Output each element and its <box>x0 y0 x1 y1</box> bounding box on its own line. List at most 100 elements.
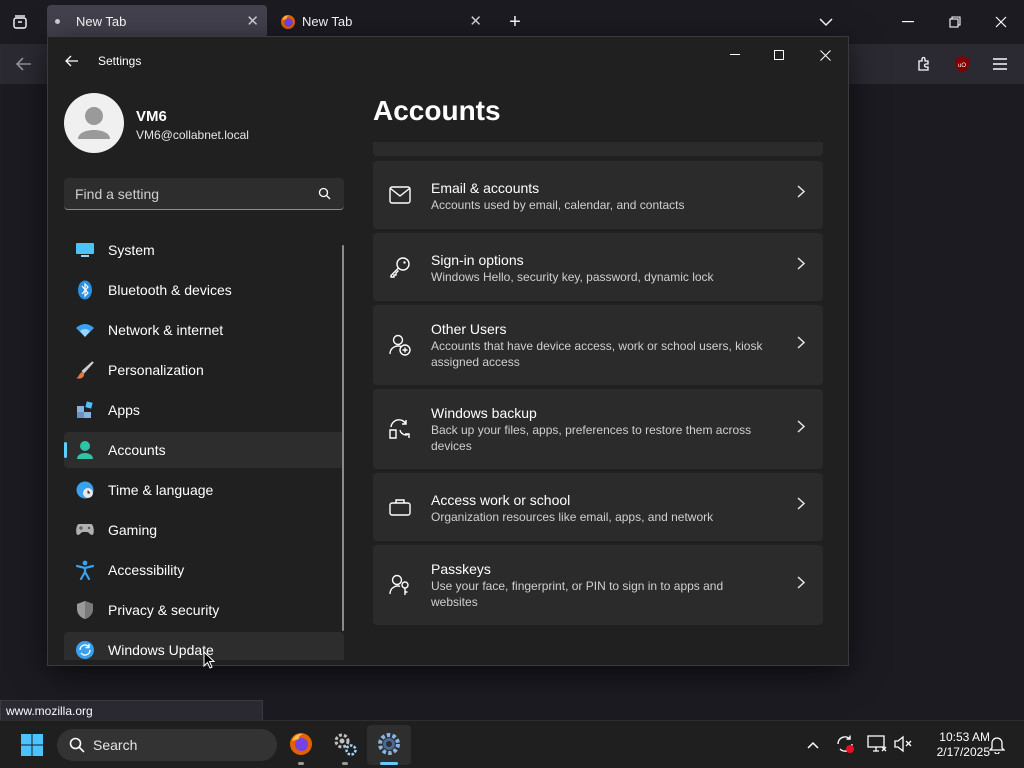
nav-item-apps[interactable]: Apps <box>64 392 344 428</box>
apps-icon <box>74 399 96 421</box>
nav-item-personalization[interactable]: Personalization <box>64 352 344 388</box>
chevron-right-icon <box>797 257 806 275</box>
card-access-work-school[interactable]: Access work or school Organization resou… <box>373 473 823 541</box>
firefox-icon <box>280 14 296 30</box>
notification-bell-icon[interactable] <box>986 734 1008 756</box>
globe-clock-icon <box>74 479 96 501</box>
card-windows-backup[interactable]: Windows backup Back up your files, apps,… <box>373 389 823 469</box>
card-title: Windows backup <box>431 405 537 421</box>
nav-item-bluetooth[interactable]: Bluetooth & devices <box>64 272 344 308</box>
sync-alert-icon[interactable] <box>834 733 856 755</box>
nav-item-network[interactable]: Network & internet <box>64 312 344 348</box>
browser-tab-2[interactable]: New Tab ✕ <box>272 5 490 38</box>
nav-label: Bluetooth & devices <box>108 282 232 298</box>
chevron-right-icon <box>797 185 806 203</box>
card-desc: Accounts that have device access, work o… <box>431 339 763 369</box>
window-title: Settings <box>98 54 142 68</box>
clock-date: 2/17/2025 <box>936 745 990 759</box>
settings-taskbar-button[interactable] <box>367 725 411 765</box>
back-arrow-icon[interactable] <box>12 52 36 76</box>
find-setting-input[interactable]: Find a setting <box>64 178 344 210</box>
card-desc: Accounts used by email, calendar, and co… <box>431 198 685 212</box>
search-icon[interactable] <box>318 187 331 205</box>
firefox-running-indicator <box>298 762 304 765</box>
network-monitor-icon[interactable] <box>866 733 888 755</box>
restore-icon[interactable] <box>943 10 967 34</box>
firefox-taskbar-icon[interactable] <box>286 729 316 759</box>
settings-minimize-icon[interactable] <box>723 43 747 67</box>
nav-label: Accounts <box>108 442 166 458</box>
close-tab-icon[interactable]: ✕ <box>246 12 259 30</box>
monitor-icon <box>74 239 96 261</box>
extensions-icon[interactable] <box>912 52 936 76</box>
hamburger-menu-icon[interactable] <box>988 52 1012 76</box>
volume-muted-icon[interactable] <box>892 733 914 755</box>
nav-item-accounts[interactable]: Accounts <box>64 432 344 468</box>
settings-gear-icon <box>376 731 402 762</box>
minimize-icon[interactable] <box>896 10 920 34</box>
card-desc: Use your face, fingerprint, or PIN to si… <box>431 579 724 609</box>
chevron-right-icon <box>797 336 806 354</box>
close-tab-icon[interactable]: ✕ <box>469 12 482 30</box>
browser-tab-1[interactable]: New Tab ✕ <box>47 5 267 38</box>
gamepad-icon <box>74 519 96 541</box>
mouse-cursor-icon <box>203 650 216 674</box>
nav-scrollbar[interactable] <box>342 245 344 631</box>
list-tabs-chevron-icon[interactable] <box>814 10 838 34</box>
nav-item-gaming[interactable]: Gaming <box>64 512 344 548</box>
start-windows-icon[interactable] <box>18 731 46 759</box>
tab-title: New Tab <box>302 14 353 29</box>
svg-text:uO: uO <box>958 63 966 69</box>
nav-item-accessibility[interactable]: Accessibility <box>64 552 344 588</box>
card-title: Passkeys <box>431 561 491 577</box>
nav-label: Apps <box>108 402 140 418</box>
card-desc: Windows Hello, security key, password, d… <box>431 270 714 284</box>
passkey-icon <box>387 572 413 598</box>
card-other-users[interactable]: Other Users Accounts that have device ac… <box>373 305 823 385</box>
card-title: Access work or school <box>431 492 571 508</box>
settings-nav: System Bluetooth & devices Network & int… <box>48 232 348 660</box>
backup-icon <box>387 416 413 442</box>
tab-title: New Tab <box>76 14 127 29</box>
control-panel-taskbar-icon[interactable] <box>330 729 360 759</box>
close-window-icon[interactable] <box>989 10 1013 34</box>
clock[interactable]: 10:53 AM 2/17/2025 <box>920 730 990 760</box>
wifi-icon <box>74 319 96 341</box>
settings-window: Settings VM6 VM6@collabnet.local Find a … <box>47 36 849 666</box>
control-panel-running-indicator <box>342 762 348 765</box>
nav-label: Time & language <box>108 482 214 498</box>
nav-item-system[interactable]: System <box>64 232 344 268</box>
nav-label: Windows Update <box>108 642 214 658</box>
person-icon <box>74 439 96 461</box>
tab-list-icon[interactable] <box>8 10 32 34</box>
taskbar-search-box[interactable]: Search <box>57 729 277 761</box>
shield-icon <box>74 599 96 621</box>
avatar[interactable] <box>64 93 124 153</box>
settings-back-icon[interactable] <box>62 51 82 71</box>
update-icon <box>74 639 96 660</box>
card-passkeys[interactable]: Passkeys Use your face, fingerprint, or … <box>373 545 823 625</box>
nav-item-privacy-security[interactable]: Privacy & security <box>64 592 344 628</box>
mail-icon <box>387 182 413 208</box>
chevron-right-icon <box>797 576 806 594</box>
nav-label: Personalization <box>108 362 204 378</box>
card-email-accounts[interactable]: Email & accounts Accounts used by email,… <box>373 161 823 229</box>
nav-item-time-language[interactable]: Time & language <box>64 472 344 508</box>
brush-icon <box>74 359 96 381</box>
nav-label: Network & internet <box>108 322 224 338</box>
card-desc: Organization resources like email, apps,… <box>431 510 714 524</box>
show-hidden-icons-chevron-icon[interactable] <box>803 735 823 755</box>
add-user-icon <box>387 332 413 358</box>
settings-close-icon[interactable] <box>813 43 837 67</box>
page-title: Accounts <box>373 95 501 126</box>
chevron-right-icon <box>797 497 806 515</box>
user-email: VM6@collabnet.local <box>136 128 249 142</box>
taskbar: Search 10:53 AM 2/17/2025 <box>0 720 1024 768</box>
card-desc: Back up your files, apps, preferences to… <box>431 423 752 453</box>
new-tab-icon[interactable]: + <box>503 10 527 34</box>
taskbar-search-label: Search <box>93 737 138 753</box>
find-setting-placeholder: Find a setting <box>75 186 160 202</box>
settings-maximize-icon[interactable] <box>767 43 791 67</box>
ublock-icon[interactable]: uO <box>950 52 974 76</box>
card-sign-in-options[interactable]: Sign-in options Windows Hello, security … <box>373 233 823 301</box>
